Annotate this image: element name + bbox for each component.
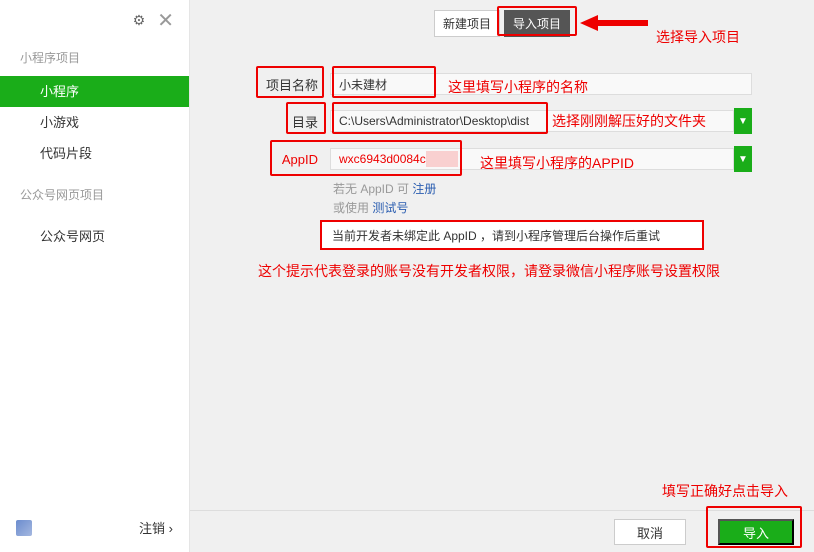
link-test-account[interactable]: 测试号 — [372, 201, 408, 215]
avatar[interactable] — [16, 519, 32, 536]
sidebar-item-minigame[interactable]: 小游戏 — [0, 107, 189, 138]
dropdown-appid[interactable]: ▼ — [734, 146, 752, 172]
sidebar: ⚙ ✕ 小程序项目 小程序 小游戏 代码片段 公众号网页项目 公众号网页 注销 … — [0, 0, 190, 552]
annotation-select-import: 选择导入项目 — [656, 29, 740, 45]
arrow-to-import — [580, 15, 648, 31]
highlight-import-tab — [497, 6, 577, 36]
gear-icon[interactable]: ⚙ — [133, 12, 146, 29]
main-content: 新建项目 导入项目 选择导入项目 项目名称 这里填写小程序的名称 目录 ▼ 选择… — [190, 0, 814, 552]
tab-new-project[interactable]: 新建项目 — [434, 10, 501, 37]
close-icon[interactable]: ✕ — [157, 8, 174, 33]
highlight-directory-label — [286, 102, 326, 134]
highlight-appid — [270, 140, 462, 176]
link-register[interactable]: 注册 — [412, 182, 436, 196]
sidebar-item-webpage[interactable]: 公众号网页 — [0, 221, 189, 252]
hint-or-use: 或使用 测试号 — [333, 201, 409, 215]
highlight-import-button — [706, 506, 802, 548]
annotation-fill-appid: 这里填写小程序的APPID — [480, 155, 635, 171]
highlight-project-name-label — [256, 66, 324, 98]
sidebar-item-miniprogram[interactable]: 小程序 — [0, 76, 189, 107]
sidebar-footer: 注销 › — [16, 518, 173, 537]
annotation-fill-name: 这里填写小程序的名称 — [448, 79, 588, 95]
dropdown-directory[interactable]: ▼ — [734, 108, 752, 134]
hint-no-appid: 若无 AppID 可 注册 — [333, 182, 437, 196]
annotation-select-folder: 选择刚刚解压好的文件夹 — [552, 113, 706, 129]
cancel-button[interactable]: 取消 — [614, 519, 686, 545]
annotation-permission-hint: 这个提示代表登录的账号没有开发者权限，请登录微信小程序账号设置权限 — [258, 263, 720, 279]
sidebar-section-miniprogram: 小程序项目 — [20, 51, 81, 65]
annotation-click-import: 填写正确好点击导入 — [662, 483, 788, 499]
highlight-directory-input — [332, 102, 548, 134]
sidebar-item-code-snippet[interactable]: 代码片段 — [0, 138, 189, 169]
highlight-project-name-input — [332, 66, 436, 98]
logout-button[interactable]: 注销 › — [139, 518, 173, 537]
sidebar-header: ⚙ ✕ — [0, 0, 189, 40]
sidebar-section-webpage: 公众号网页项目 — [20, 188, 105, 202]
warning-message: 当前开发者未绑定此 AppID ，请到小程序管理后台操作后重试 — [320, 220, 704, 250]
